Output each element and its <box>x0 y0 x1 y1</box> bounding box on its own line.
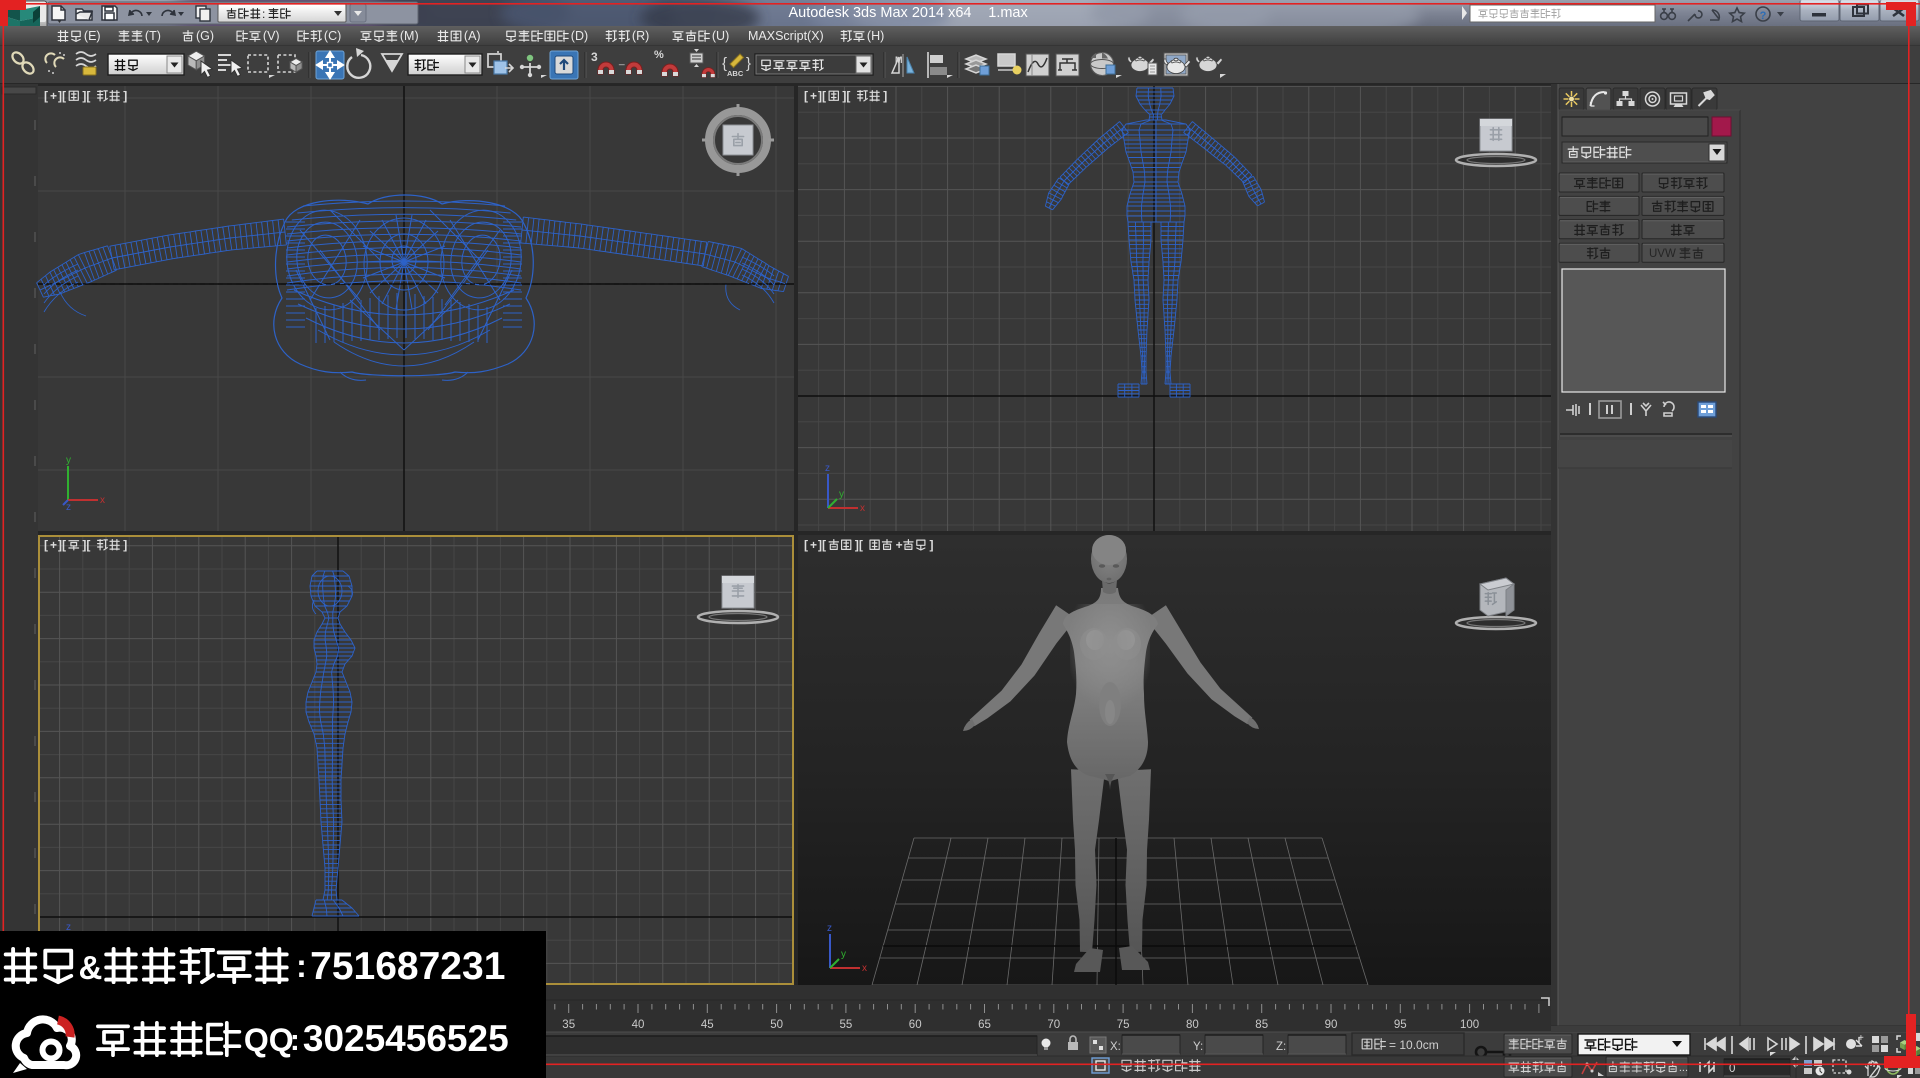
svg-text:45: 45 <box>701 1019 714 1031</box>
svg-text:40: 40 <box>632 1019 645 1031</box>
svg-text:M: M <box>895 55 903 65</box>
svg-text:85: 85 <box>1255 1019 1268 1031</box>
svg-text:(T): (T) <box>145 29 161 43</box>
svg-text:]: ] <box>883 89 887 103</box>
svg-text:][: ][ <box>855 538 863 552</box>
svg-text:(V): (V) <box>263 29 280 43</box>
svg-text:z: z <box>66 502 71 513</box>
svg-text:50: 50 <box>770 1019 783 1031</box>
svg-text:+: + <box>50 89 57 103</box>
svg-text:Z:: Z: <box>1276 1041 1286 1053</box>
svg-text:80: 80 <box>1186 1019 1199 1031</box>
svg-text:+: + <box>810 538 817 552</box>
svg-text:][: ][ <box>842 89 850 103</box>
svg-text:ABC: ABC <box>727 69 744 78</box>
svg-text:1.max: 1.max <box>988 5 1028 21</box>
svg-text:= 10.0cm: = 10.0cm <box>1389 1038 1439 1052</box>
svg-text:[: [ <box>804 538 808 552</box>
svg-text:60: 60 <box>909 1019 922 1031</box>
svg-text:y: y <box>841 949 846 960</box>
svg-text:][: ][ <box>58 89 66 103</box>
svg-text:y: y <box>66 455 71 466</box>
svg-text:x: x <box>862 963 867 974</box>
svg-text:90: 90 <box>1325 1019 1338 1031</box>
svg-text:[: [ <box>44 89 48 103</box>
svg-text:x: x <box>860 503 865 514</box>
svg-text:100: 100 <box>1460 1019 1479 1031</box>
svg-text:][: ][ <box>58 538 66 552</box>
svg-text:(G): (G) <box>196 29 214 43</box>
svg-text:+: + <box>50 538 57 552</box>
svg-text:(H): (H) <box>867 29 884 43</box>
svg-text:+: + <box>810 89 817 103</box>
svg-text::: : <box>296 948 307 984</box>
svg-text:55: 55 <box>840 1019 853 1031</box>
svg-text:][: ][ <box>82 89 90 103</box>
svg-text:][: ][ <box>82 538 90 552</box>
svg-text:75: 75 <box>1117 1019 1130 1031</box>
svg-text:(R): (R) <box>632 29 649 43</box>
svg-text:(C): (C) <box>324 29 341 43</box>
svg-text:Y:: Y: <box>1193 1041 1203 1053</box>
svg-text:?: ? <box>1760 10 1767 22</box>
svg-text:]: ] <box>930 538 934 552</box>
svg-text:95: 95 <box>1394 1019 1407 1031</box>
svg-text:z: z <box>827 923 832 934</box>
svg-text:(A): (A) <box>464 29 481 43</box>
svg-text:&: & <box>78 949 102 986</box>
svg-text:(U): (U) <box>712 29 729 43</box>
svg-text:+: + <box>896 538 903 552</box>
svg-text:35: 35 <box>562 1019 575 1031</box>
svg-text:_: _ <box>618 55 625 66</box>
svg-text:(D): (D) <box>571 29 588 43</box>
svg-text:]: ] <box>123 538 127 552</box>
svg-text::: : <box>290 1024 300 1057</box>
svg-text:3: 3 <box>591 50 598 64</box>
svg-text:][: ][ <box>818 89 826 103</box>
svg-text:751687231: 751687231 <box>310 945 505 988</box>
svg-text::: : <box>262 7 265 21</box>
svg-text:(M): (M) <box>400 29 419 43</box>
svg-text:z: z <box>825 463 830 474</box>
svg-text:65: 65 <box>978 1019 991 1031</box>
svg-text:UVW: UVW <box>1649 248 1676 260</box>
svg-text:Autodesk 3ds Max 2014 x64: Autodesk 3ds Max 2014 x64 <box>789 5 972 21</box>
svg-text:%: % <box>654 49 664 61</box>
svg-text:QQ: QQ <box>244 1022 294 1058</box>
svg-text:X:: X: <box>1110 1041 1121 1053</box>
svg-text:[: [ <box>44 538 48 552</box>
svg-text:x: x <box>100 495 105 506</box>
svg-text:]: ] <box>123 89 127 103</box>
svg-text:+: + <box>1858 1033 1864 1044</box>
svg-text:}: } <box>746 55 751 72</box>
svg-text:(E): (E) <box>84 29 101 43</box>
svg-text:[: [ <box>804 89 808 103</box>
svg-text:][: ][ <box>818 538 826 552</box>
svg-text:3025456525: 3025456525 <box>303 1018 509 1059</box>
svg-text:70: 70 <box>1047 1019 1060 1031</box>
svg-text:y: y <box>839 489 844 500</box>
svg-text:MAXScript(X): MAXScript(X) <box>748 29 824 43</box>
